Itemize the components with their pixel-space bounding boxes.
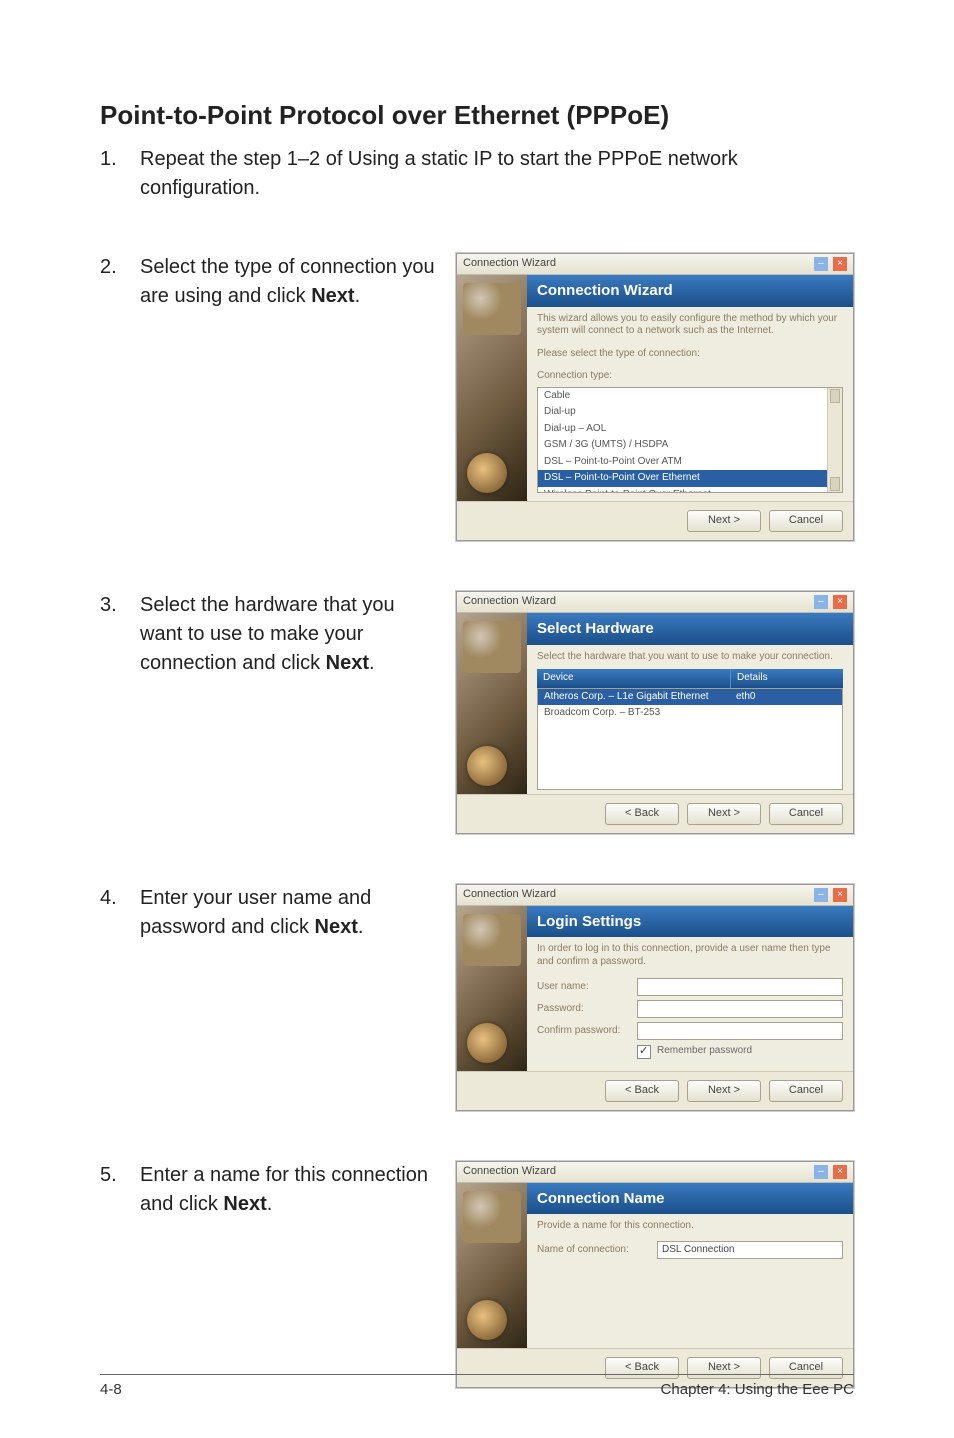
hardware-table-header: Device Details [537, 669, 843, 688]
close-icon[interactable]: × [833, 1165, 847, 1179]
remember-password-checkbox[interactable] [637, 1045, 651, 1059]
wizard-desc: Select the hardware that you want to use… [527, 645, 853, 668]
screenshot-select-hardware: Connection Wizard – × Select Hardware Se… [456, 591, 854, 834]
wizard-desc: In order to log in to this connection, p… [527, 937, 853, 972]
step-text: Enter your user name and password and cl… [140, 884, 438, 942]
back-button[interactable]: < Back [605, 803, 679, 825]
connection-name-field[interactable]: DSL Connection [657, 1241, 843, 1259]
wizard-side-graphic [457, 906, 527, 1071]
table-row[interactable]: Atheros Corp. – L1e Gigabit Ethernet eth… [538, 689, 842, 706]
back-button[interactable]: < Back [605, 1080, 679, 1102]
screenshot-connection-wizard: Connection Wizard – × Connection Wizard … [456, 253, 854, 541]
cancel-button[interactable]: Cancel [769, 803, 843, 825]
step-text: Repeat the step 1–2 of Using a static IP… [140, 145, 854, 203]
list-item[interactable]: GSM / 3G (UMTS) / HSDPA [538, 437, 842, 454]
hardware-listbox[interactable]: Atheros Corp. – L1e Gigabit Ethernet eth… [537, 688, 843, 790]
wizard-desc: This wizard allows you to easily configu… [527, 307, 853, 342]
minimize-icon[interactable]: – [814, 888, 828, 902]
step-bold: Next [223, 1193, 266, 1215]
username-label: User name: [537, 980, 637, 995]
step-text-fragment: Select the type of connection you are us… [140, 256, 435, 307]
step-number: 5. [100, 1161, 140, 1190]
table-row[interactable]: Broadcom Corp. – BT-253 [538, 705, 842, 722]
column-header-device: Device [537, 669, 730, 688]
list-item[interactable]: Dial-up [538, 404, 842, 421]
confirm-password-field[interactable] [637, 1022, 843, 1040]
step-number: 2. [100, 253, 140, 282]
close-icon[interactable]: × [833, 257, 847, 271]
list-item[interactable]: DSL – Point-to-Point Over ATM [538, 454, 842, 471]
wizard-header: Select Hardware [527, 613, 853, 645]
list-item[interactable]: Cable [538, 388, 842, 405]
next-button[interactable]: Next > [687, 803, 761, 825]
wizard-header: Connection Name [527, 1183, 853, 1215]
step-number: 1. [100, 145, 140, 174]
wizard-desc: Provide a name for this connection. [527, 1214, 853, 1237]
step-text-fragment: . [355, 285, 361, 307]
step-text-fragment: Repeat the step 1–2 of Using a static IP… [140, 148, 738, 199]
step-text: Select the hardware that you want to use… [140, 591, 438, 678]
close-icon[interactable]: × [833, 888, 847, 902]
minimize-icon[interactable]: – [814, 1165, 828, 1179]
cell-device: Broadcom Corp. – BT-253 [538, 705, 730, 722]
step-text-fragment: . [358, 916, 364, 938]
step-bold: Next [315, 916, 358, 938]
connection-type-label: Connection type: [527, 364, 853, 383]
step-bold: Next [326, 652, 369, 674]
window-title: Connection Wizard [463, 256, 556, 272]
wizard-side-graphic [457, 613, 527, 794]
scrollbar[interactable] [827, 388, 842, 492]
window-title: Connection Wizard [463, 887, 556, 903]
close-icon[interactable]: × [833, 595, 847, 609]
step-number: 3. [100, 591, 140, 620]
list-item[interactable]: Dial-up – AOL [538, 421, 842, 438]
step-bold: Next [311, 285, 354, 307]
column-header-details: Details [730, 669, 843, 688]
list-item-selected[interactable]: DSL – Point-to-Point Over Ethernet [538, 470, 842, 487]
chapter-title: Chapter 4: Using the Eee PC [661, 1381, 854, 1398]
wizard-desc: Please select the type of connection: [527, 342, 853, 365]
username-field[interactable] [637, 978, 843, 996]
step-number: 4. [100, 884, 140, 913]
wizard-side-graphic [457, 275, 527, 501]
screenshot-login-settings: Connection Wizard – × Login Settings In … [456, 884, 854, 1111]
confirm-password-label: Confirm password: [537, 1024, 637, 1039]
step-text-fragment: Enter a name for this connection and cli… [140, 1164, 428, 1215]
cancel-button[interactable]: Cancel [769, 1080, 843, 1102]
step-text-fragment: . [369, 652, 375, 674]
section-title: Point-to-Point Protocol over Ethernet (P… [100, 100, 854, 131]
remember-password-label: Remember password [657, 1044, 752, 1059]
password-field[interactable] [637, 1000, 843, 1018]
connection-type-listbox[interactable]: Cable Dial-up Dial-up – AOL GSM / 3G (UM… [537, 387, 843, 493]
window-title: Connection Wizard [463, 1164, 556, 1180]
wizard-header: Login Settings [527, 906, 853, 938]
minimize-icon[interactable]: – [814, 595, 828, 609]
step-text: Enter a name for this connection and cli… [140, 1161, 438, 1219]
window-title: Connection Wizard [463, 594, 556, 610]
password-label: Password: [537, 1002, 637, 1017]
step-text-fragment: . [267, 1193, 273, 1215]
connection-name-label: Name of connection: [537, 1243, 657, 1258]
cell-details [730, 705, 842, 722]
cell-details: eth0 [730, 689, 842, 706]
cancel-button[interactable]: Cancel [769, 510, 843, 532]
cell-device: Atheros Corp. – L1e Gigabit Ethernet [538, 689, 730, 706]
next-button[interactable]: Next > [687, 510, 761, 532]
screenshot-connection-name: Connection Wizard – × Connection Name Pr… [456, 1161, 854, 1388]
wizard-side-graphic [457, 1183, 527, 1348]
wizard-header: Connection Wizard [527, 275, 853, 307]
next-button[interactable]: Next > [687, 1080, 761, 1102]
page-number: 4-8 [100, 1381, 122, 1398]
list-item[interactable]: Wireless Point-to-Point Over Ethernet [538, 487, 842, 493]
step-text: Select the type of connection you are us… [140, 253, 438, 311]
minimize-icon[interactable]: – [814, 257, 828, 271]
